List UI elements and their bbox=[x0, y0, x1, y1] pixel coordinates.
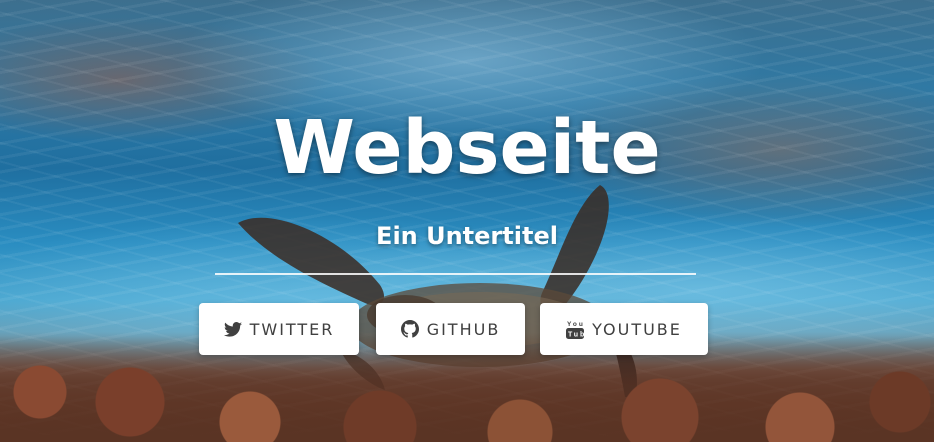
youtube-icon: You Tube bbox=[566, 319, 585, 339]
page-title: Webseite bbox=[273, 105, 661, 191]
svg-text:Tube: Tube bbox=[568, 332, 584, 339]
twitter-icon bbox=[223, 321, 242, 337]
divider bbox=[215, 273, 696, 275]
youtube-button[interactable]: You Tube YOUTUBE bbox=[540, 303, 708, 355]
hero-section: Webseite Ein Untertitel TWITTER GITHUB Y… bbox=[0, 0, 934, 442]
hero-content: Webseite Ein Untertitel TWITTER GITHUB Y… bbox=[0, 0, 934, 442]
twitter-button[interactable]: TWITTER bbox=[199, 303, 359, 355]
page-subtitle: Ein Untertitel bbox=[376, 222, 558, 250]
svg-text:You: You bbox=[567, 321, 584, 328]
github-icon bbox=[400, 320, 419, 338]
github-button-label: GITHUB bbox=[426, 319, 501, 339]
github-button[interactable]: GITHUB bbox=[376, 303, 525, 355]
twitter-button-label: TWITTER bbox=[249, 319, 335, 339]
youtube-button-label: YOUTUBE bbox=[592, 319, 682, 339]
